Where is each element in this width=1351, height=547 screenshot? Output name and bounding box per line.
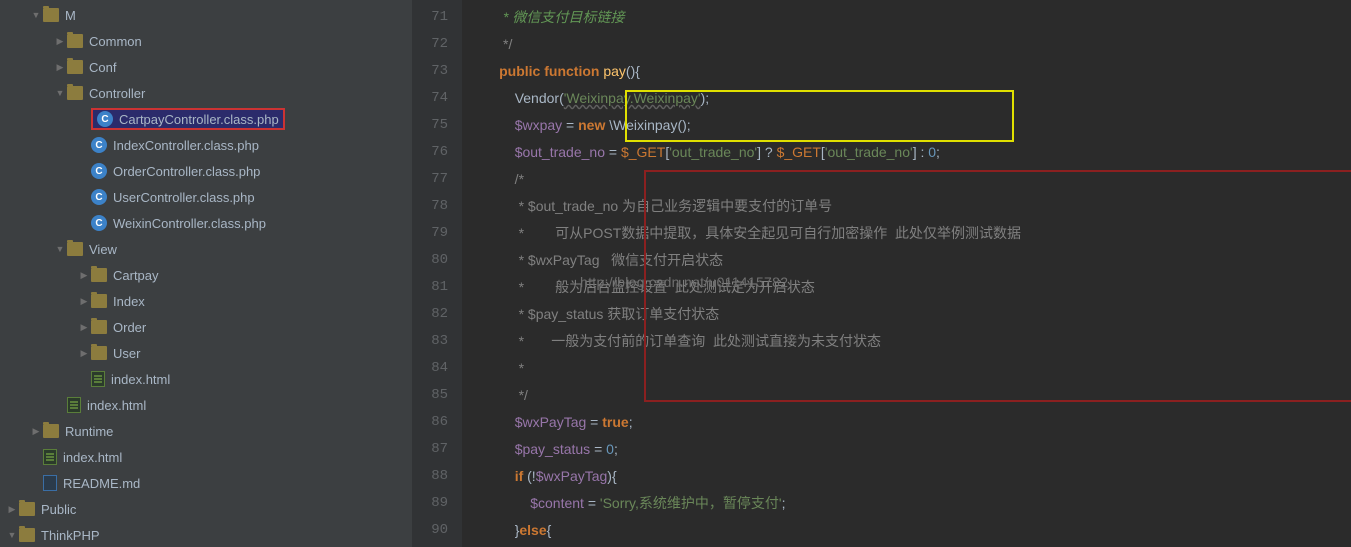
html-file-icon [67, 397, 81, 413]
code-line[interactable]: $content = 'Sorry,系统维护中，暂停支付'; [462, 490, 1351, 517]
tree-item-readme-md[interactable]: README.md [0, 470, 412, 496]
tree-item-index[interactable]: Index [0, 288, 412, 314]
expand-arrow-icon[interactable] [6, 504, 18, 515]
tree-item-controller[interactable]: Controller [0, 80, 412, 106]
expand-arrow-icon[interactable] [54, 88, 66, 98]
code-line[interactable]: * $wxPayTag 微信支付开启状态 [462, 247, 1351, 274]
code-line[interactable]: * $pay_status 获取订单支付状态 [462, 301, 1351, 328]
tree-item-conf[interactable]: Conf [0, 54, 412, 80]
tree-item-label: UserController.class.php [113, 190, 255, 205]
markdown-file-icon [43, 475, 57, 491]
tree-item-label: M [65, 8, 76, 23]
tree-item-m[interactable]: M [0, 2, 412, 28]
code-line[interactable]: }else{ [462, 517, 1351, 544]
tree-item-ordercontroller-class-php[interactable]: C OrderController.class.php [0, 158, 412, 184]
folder-icon [67, 34, 83, 48]
line-number-gutter: 71 72 73 74 75 76 77 78 79 80 81 82 83 8… [412, 0, 462, 547]
code-line[interactable]: Vendor('Weixinpay.Weixinpay'); [462, 85, 1351, 112]
folder-icon [67, 60, 83, 74]
folder-icon [91, 294, 107, 308]
tree-item-label: WeixinController.class.php [113, 216, 266, 231]
code-line[interactable]: $pay_status = 0; [462, 436, 1351, 463]
folder-icon [43, 424, 59, 438]
folder-icon [91, 268, 107, 282]
tree-item-cartpay[interactable]: Cartpay [0, 262, 412, 288]
tree-item-label: CartpayController.class.php [119, 112, 279, 127]
expand-arrow-icon[interactable] [54, 244, 66, 254]
tree-item-runtime[interactable]: Runtime [0, 418, 412, 444]
tree-item-cartpaycontroller-class-php[interactable]: C CartpayController.class.php [0, 106, 412, 132]
tree-item-user[interactable]: User [0, 340, 412, 366]
folder-icon [43, 8, 59, 22]
folder-icon [91, 346, 107, 360]
tree-item-usercontroller-class-php[interactable]: C UserController.class.php [0, 184, 412, 210]
code-line[interactable]: $wxPayTag = true; [462, 409, 1351, 436]
expand-arrow-icon[interactable] [78, 296, 90, 307]
tree-item-index-html[interactable]: index.html [0, 366, 412, 392]
expand-arrow-icon[interactable] [54, 62, 66, 73]
html-file-icon [91, 371, 105, 387]
expand-arrow-icon[interactable] [6, 530, 18, 540]
code-line[interactable]: * 般为后台监控设置 此处测试定为开启状态 [462, 274, 1351, 301]
folder-icon [67, 86, 83, 100]
tree-item-label: Public [41, 502, 76, 517]
code-line[interactable]: * 可从POST数据中提取，具体安全起见可自行加密操作 此处仅举例测试数据 [462, 220, 1351, 247]
code-line[interactable]: /* [462, 166, 1351, 193]
code-line[interactable]: * 微信支付目标链接 [462, 4, 1351, 31]
code-editor[interactable]: 71 72 73 74 75 76 77 78 79 80 81 82 83 8… [412, 0, 1351, 547]
php-class-icon: C [91, 189, 107, 205]
code-content[interactable]: http://blog.csdn.net/u011415782 * 微信支付目标… [462, 0, 1351, 547]
tree-item-label: Runtime [65, 424, 113, 439]
code-line[interactable]: * [462, 355, 1351, 382]
tree-item-label: OrderController.class.php [113, 164, 260, 179]
tree-item-label: README.md [63, 476, 140, 491]
project-tree-panel[interactable]: M Common Conf Controller C CartpayController.… [0, 0, 412, 547]
tree-item-common[interactable]: Common [0, 28, 412, 54]
tree-item-label: index.html [87, 398, 146, 413]
tree-item-label: Index [113, 294, 145, 309]
tree-item-order[interactable]: Order [0, 314, 412, 340]
code-line[interactable]: * $out_trade_no 为自己业务逻辑中要支付的订单号 [462, 193, 1351, 220]
tree-item-view[interactable]: View [0, 236, 412, 262]
tree-item-public[interactable]: Public [0, 496, 412, 522]
tree-item-label: index.html [63, 450, 122, 465]
code-line[interactable]: */ [462, 31, 1351, 58]
php-class-icon: C [97, 111, 113, 127]
tree-item-label: Cartpay [113, 268, 159, 283]
tree-item-weixincontroller-class-php[interactable]: C WeixinController.class.php [0, 210, 412, 236]
tree-item-label: User [113, 346, 140, 361]
code-line[interactable]: $wxpay = new \Weixinpay(); [462, 112, 1351, 139]
tree-item-label: IndexController.class.php [113, 138, 259, 153]
folder-icon [67, 242, 83, 256]
code-line[interactable]: public function pay(){ [462, 58, 1351, 85]
code-line[interactable]: */ [462, 382, 1351, 409]
code-line[interactable]: * 一般为支付前的订单查询 此处测试直接为未支付状态 [462, 328, 1351, 355]
tree-item-label: Order [113, 320, 146, 335]
tree-item-label: Common [89, 34, 142, 49]
tree-item-label: View [89, 242, 117, 257]
php-class-icon: C [91, 215, 107, 231]
code-line[interactable]: if (!$wxPayTag){ [462, 463, 1351, 490]
folder-icon [19, 502, 35, 516]
tree-item-indexcontroller-class-php[interactable]: C IndexController.class.php [0, 132, 412, 158]
tree-item-index-html[interactable]: index.html [0, 392, 412, 418]
folder-icon [91, 320, 107, 334]
tree-item-label: index.html [111, 372, 170, 387]
tree-item-index-html[interactable]: index.html [0, 444, 412, 470]
php-class-icon: C [91, 137, 107, 153]
html-file-icon [43, 449, 57, 465]
expand-arrow-icon[interactable] [30, 426, 42, 437]
tree-item-label: Conf [89, 60, 116, 75]
expand-arrow-icon[interactable] [78, 270, 90, 281]
tree-item-thinkphp[interactable]: ThinkPHP [0, 522, 412, 547]
tree-item-label: Controller [89, 86, 145, 101]
php-class-icon: C [91, 163, 107, 179]
folder-icon [19, 528, 35, 542]
expand-arrow-icon[interactable] [78, 348, 90, 359]
tree-item-label: ThinkPHP [41, 528, 100, 543]
expand-arrow-icon[interactable] [78, 322, 90, 333]
code-line[interactable]: $out_trade_no = $_GET['out_trade_no'] ? … [462, 139, 1351, 166]
expand-arrow-icon[interactable] [30, 10, 42, 20]
expand-arrow-icon[interactable] [54, 36, 66, 47]
